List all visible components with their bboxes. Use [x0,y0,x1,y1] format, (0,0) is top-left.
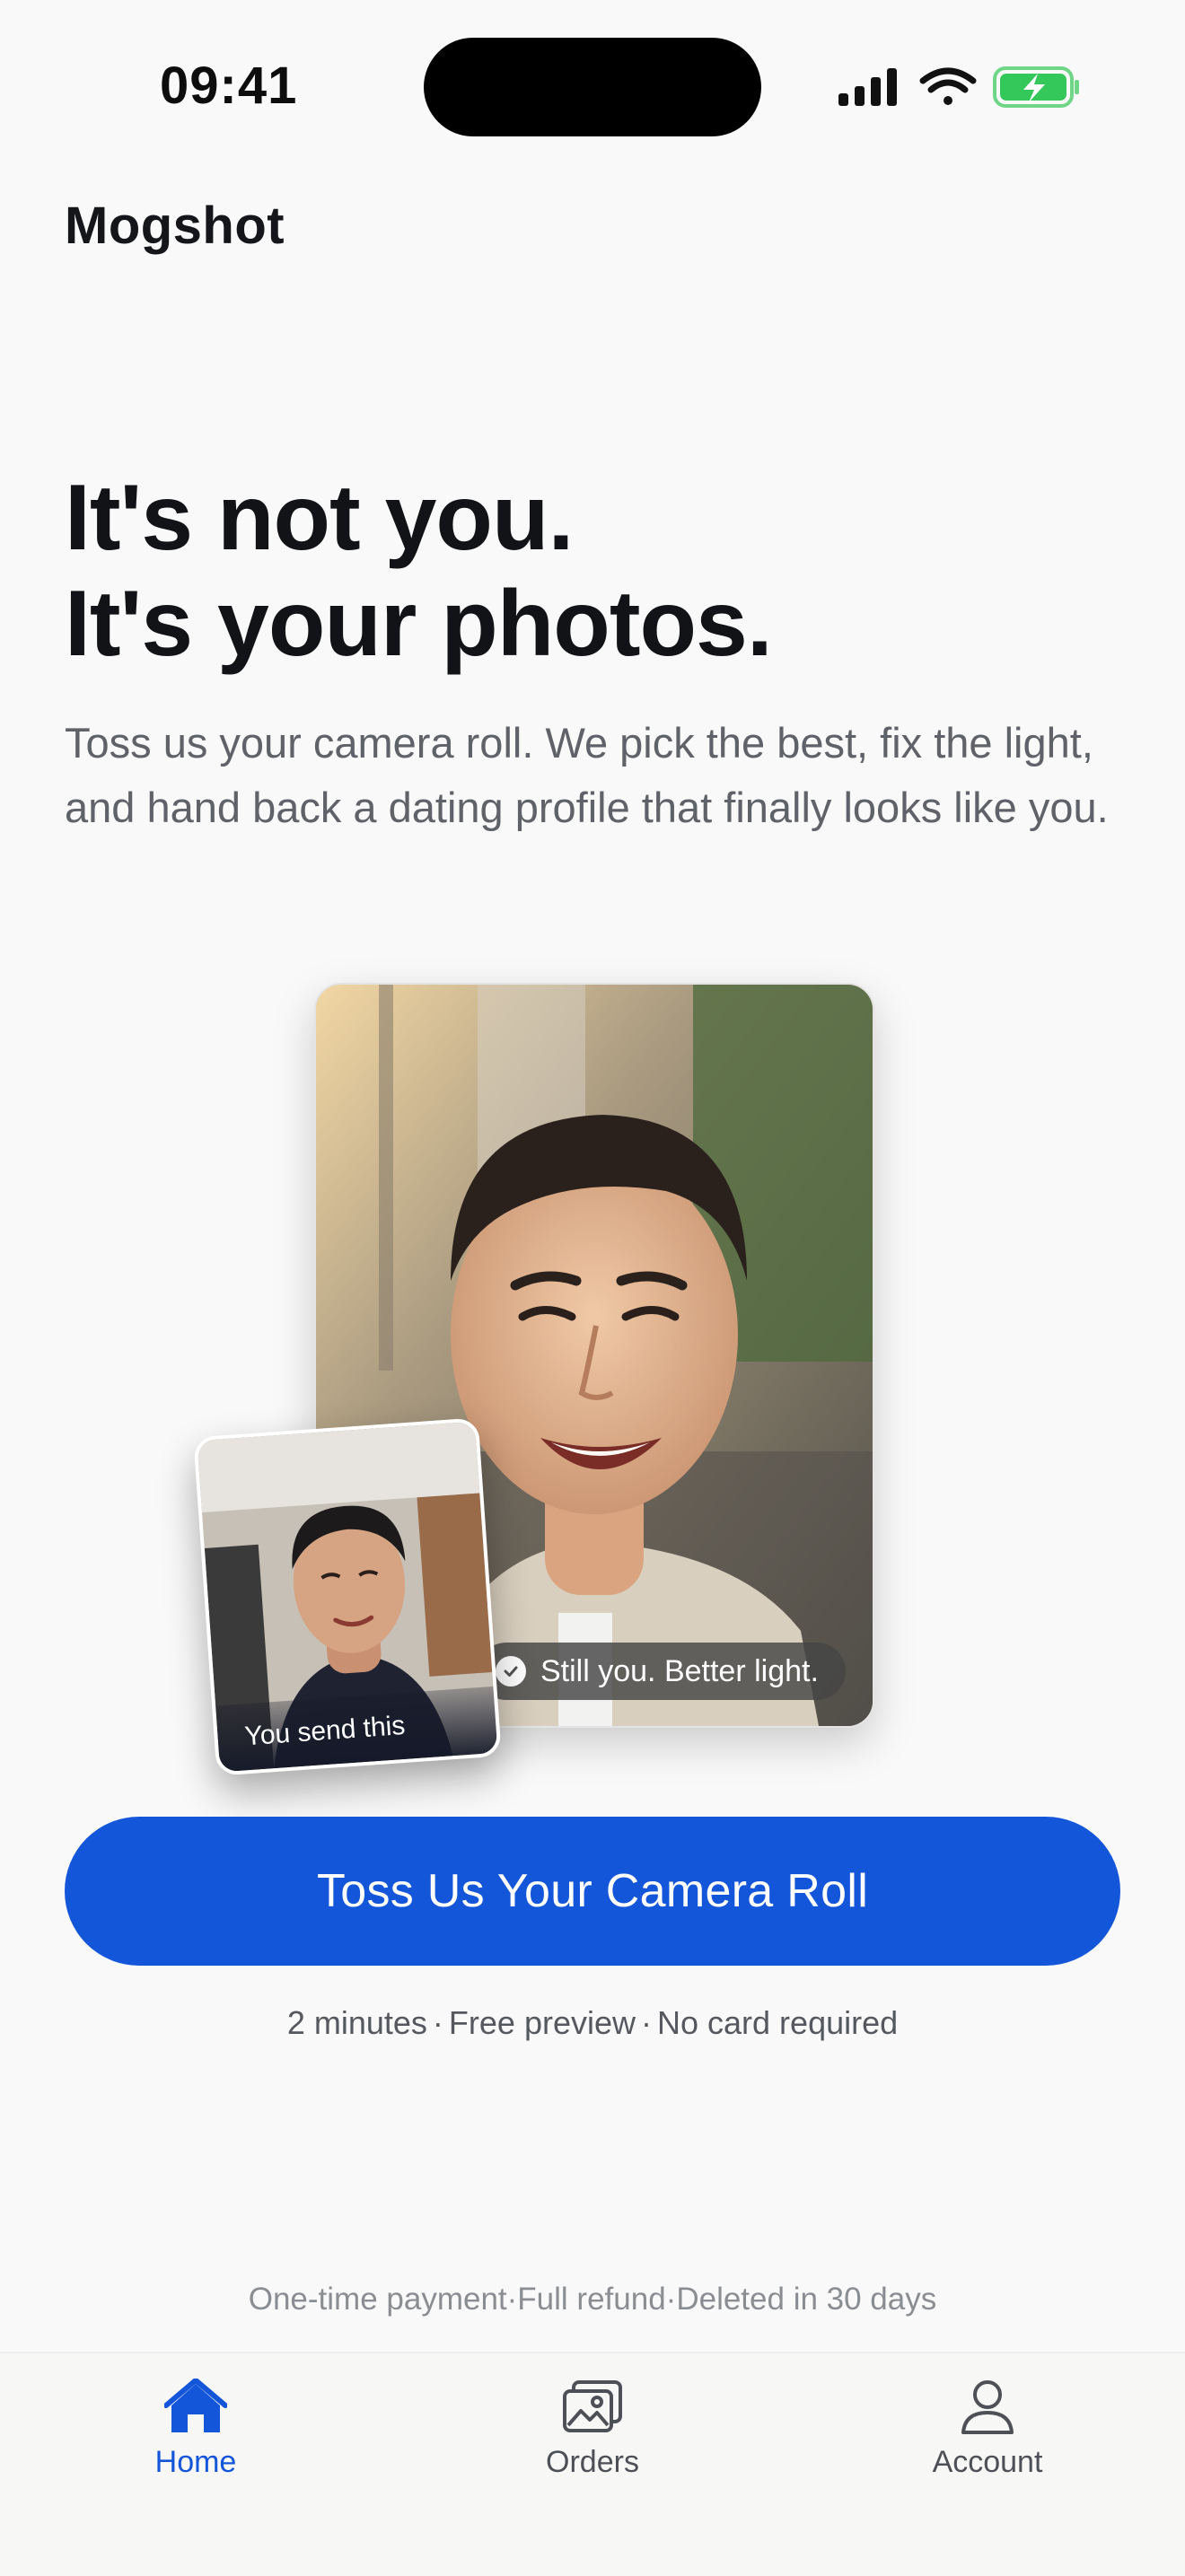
note-payment: One-time payment [248,2282,507,2317]
wifi-icon [919,67,977,105]
meta-free-preview: Free preview [448,2004,636,2041]
note-refund: Full refund [517,2282,666,2317]
tab-account-label: Account [932,2445,1043,2479]
signal-icon [838,68,897,106]
footer-note: One-time payment·Full refund·Deleted in … [248,2282,937,2317]
camera-roll-cta-button[interactable]: Toss Us Your Camera Roll [65,1817,1120,1966]
hero-before-thumbnail: You send this [193,1417,502,1776]
tab-home-label: Home [154,2445,237,2479]
meta-duration: 2 minutes [286,2004,427,2041]
headline-line-2: It's your photos. [65,572,773,676]
battery-icon [993,66,1079,108]
result-badge-label: Still you. Better light. [540,1653,819,1688]
app-brand: Mogshot [65,197,285,255]
tab-orders-label: Orders [546,2445,639,2479]
note-deleted: Deleted in 30 days [676,2282,937,2317]
tab-orders[interactable]: Orders [485,2379,700,2480]
tab-account[interactable]: Account [880,2379,1095,2480]
cta-meta: 2 minutes · Free preview · No card required [286,2004,899,2041]
status-time: 09:41 [160,57,298,115]
home-icon [164,2379,227,2432]
tab-home[interactable]: Home [88,2379,303,2480]
check-icon [496,1656,526,1687]
hero-headline: It's not you. It's your photos. [65,465,773,677]
photos-icon [563,2380,622,2432]
hero-subtext: Toss us your camera roll. We pick the be… [65,719,1109,831]
dynamic-island [424,38,761,136]
status-icons [838,63,1081,113]
result-badge: Still you. Better light. [478,1643,846,1700]
tab-bar: Home Orders Account [0,2352,1185,2576]
headline-line-1: It's not you. [65,466,574,570]
person-icon [961,2380,1014,2434]
meta-no-card: No card required [657,2004,899,2041]
